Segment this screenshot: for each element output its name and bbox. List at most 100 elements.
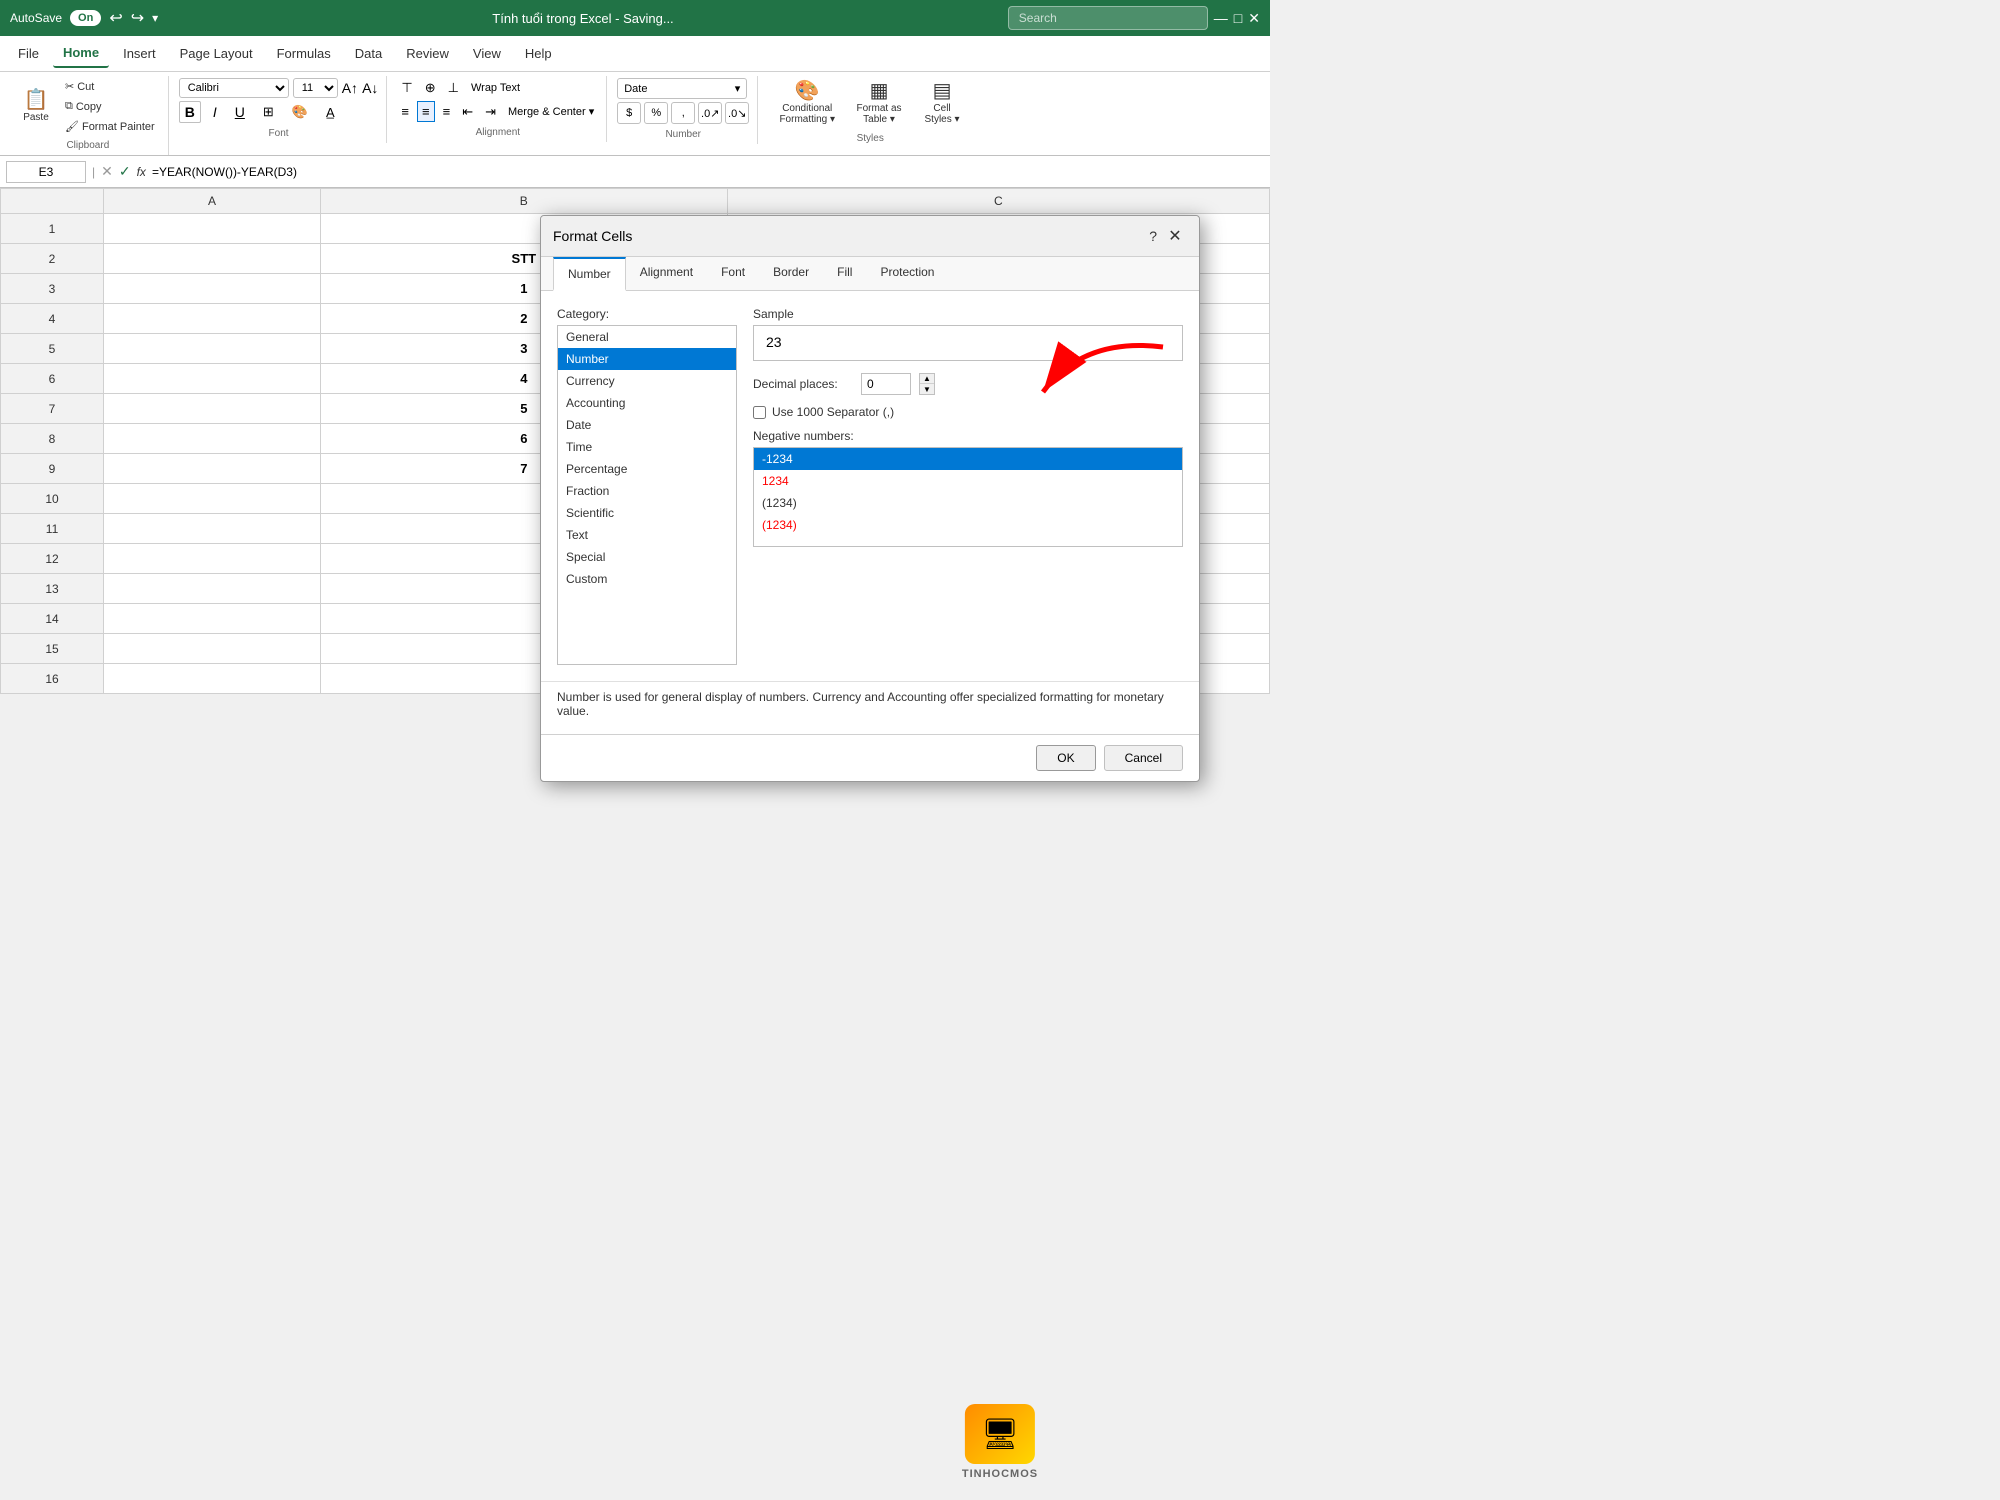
menu-item-view[interactable]: View bbox=[463, 40, 511, 67]
formula-input[interactable] bbox=[152, 165, 1264, 179]
category-time[interactable]: Time bbox=[558, 436, 736, 458]
font-size-selector[interactable]: 11 bbox=[293, 78, 338, 98]
fill-color-button[interactable]: 🎨 bbox=[286, 101, 314, 123]
align-right-icon[interactable]: ≡ bbox=[439, 102, 455, 121]
format-as-table-button[interactable]: ▦ Format asTable ▾ bbox=[849, 78, 909, 128]
search-input[interactable] bbox=[1008, 6, 1208, 30]
cell-a6[interactable] bbox=[104, 364, 321, 394]
menu-item-pagelayout[interactable]: Page Layout bbox=[170, 40, 263, 67]
align-middle-icon[interactable]: ⊕ bbox=[421, 78, 440, 98]
cut-button[interactable]: ✂ Cut bbox=[60, 78, 160, 95]
align-left-icon[interactable]: ≡ bbox=[397, 102, 413, 121]
decrease-font-icon[interactable]: A↓ bbox=[362, 80, 378, 96]
cell-a1[interactable] bbox=[104, 214, 321, 244]
customize-icon[interactable]: ▾ bbox=[152, 11, 158, 25]
category-list[interactable]: General Number Currency Accounting Date … bbox=[557, 325, 737, 665]
minimize-icon[interactable]: — bbox=[1214, 10, 1228, 26]
autosave-badge[interactable]: On bbox=[70, 10, 101, 26]
font-color-button[interactable]: A̲ bbox=[320, 102, 341, 123]
align-bottom-icon[interactable]: ⊥ bbox=[444, 78, 463, 98]
maximize-icon[interactable]: □ bbox=[1234, 10, 1242, 26]
negative-item-3[interactable]: (1234) bbox=[754, 514, 1182, 536]
close-icon[interactable]: ✕ bbox=[1248, 10, 1260, 27]
align-top-icon[interactable]: ⊤ bbox=[397, 78, 416, 98]
category-percentage[interactable]: Percentage bbox=[558, 458, 736, 480]
negative-numbers-list[interactable]: -1234 1234 (1234) (1234) bbox=[753, 447, 1183, 547]
spinner-up-icon[interactable]: ▲ bbox=[920, 374, 934, 384]
category-general[interactable]: General bbox=[558, 326, 736, 348]
indent-increase-icon[interactable]: ⇥ bbox=[481, 102, 500, 122]
tab-number[interactable]: Number bbox=[553, 257, 626, 291]
cell-a14[interactable] bbox=[104, 604, 321, 634]
cell-a9[interactable] bbox=[104, 454, 321, 484]
menu-item-formulas[interactable]: Formulas bbox=[267, 40, 341, 67]
confirm-formula-icon[interactable]: ✓ bbox=[119, 163, 131, 180]
negative-item-2[interactable]: (1234) bbox=[754, 492, 1182, 514]
category-special[interactable]: Special bbox=[558, 546, 736, 568]
dialog-help-icon[interactable]: ? bbox=[1149, 228, 1157, 244]
copy-button[interactable]: ⧉ Copy bbox=[60, 98, 160, 115]
cancel-button[interactable]: Cancel bbox=[1104, 745, 1183, 771]
indent-decrease-icon[interactable]: ⇤ bbox=[458, 102, 477, 122]
paste-button[interactable]: 📋 Paste bbox=[16, 87, 56, 126]
cancel-formula-icon[interactable]: ✕ bbox=[101, 163, 113, 180]
cell-a5[interactable] bbox=[104, 334, 321, 364]
menu-item-help[interactable]: Help bbox=[515, 40, 562, 67]
bold-button[interactable]: B bbox=[179, 101, 201, 123]
tab-font[interactable]: Font bbox=[707, 257, 759, 291]
cell-a2[interactable] bbox=[104, 244, 321, 274]
category-date[interactable]: Date bbox=[558, 414, 736, 436]
cell-a15[interactable] bbox=[104, 634, 321, 664]
menu-item-data[interactable]: Data bbox=[345, 40, 392, 67]
tab-fill[interactable]: Fill bbox=[823, 257, 866, 291]
menu-item-file[interactable]: File bbox=[8, 40, 49, 67]
menu-item-insert[interactable]: Insert bbox=[113, 40, 166, 67]
insert-function-icon[interactable]: fx bbox=[137, 165, 146, 179]
conditional-formatting-button[interactable]: 🎨 ConditionalFormatting ▾ bbox=[773, 78, 841, 128]
separator-checkbox[interactable] bbox=[753, 406, 766, 419]
increase-font-icon[interactable]: A↑ bbox=[342, 80, 358, 96]
tab-alignment[interactable]: Alignment bbox=[626, 257, 707, 291]
cell-a7[interactable] bbox=[104, 394, 321, 424]
cell-a8[interactable] bbox=[104, 424, 321, 454]
format-painter-button[interactable]: 🖌 Format Painter bbox=[60, 118, 160, 135]
ok-button[interactable]: OK bbox=[1036, 745, 1095, 771]
percent-button[interactable]: % bbox=[644, 102, 668, 124]
category-custom[interactable]: Custom bbox=[558, 568, 736, 590]
decimal-decrease-button[interactable]: .0↘ bbox=[725, 102, 749, 124]
underline-button[interactable]: U bbox=[229, 101, 251, 123]
decimal-places-input[interactable] bbox=[861, 373, 911, 395]
font-name-selector[interactable]: Calibri bbox=[179, 78, 289, 98]
menu-item-home[interactable]: Home bbox=[53, 39, 109, 68]
tab-border[interactable]: Border bbox=[759, 257, 823, 291]
cell-a4[interactable] bbox=[104, 304, 321, 334]
cell-reference-input[interactable] bbox=[6, 161, 86, 183]
category-scientific[interactable]: Scientific bbox=[558, 502, 736, 524]
cell-a16[interactable] bbox=[104, 664, 321, 694]
negative-item-1[interactable]: 1234 bbox=[754, 470, 1182, 492]
cell-a11[interactable] bbox=[104, 514, 321, 544]
spinner-down-icon[interactable]: ▼ bbox=[920, 384, 934, 394]
wrap-text-button[interactable]: Wrap Text bbox=[467, 80, 524, 96]
category-accounting[interactable]: Accounting bbox=[558, 392, 736, 414]
decimal-increase-button[interactable]: .0↗ bbox=[698, 102, 722, 124]
cell-a10[interactable] bbox=[104, 484, 321, 514]
align-center-icon[interactable]: ≡ bbox=[417, 101, 435, 122]
category-currency[interactable]: Currency bbox=[558, 370, 736, 392]
merge-center-button[interactable]: Merge & Center ▾ bbox=[504, 103, 598, 120]
dialog-close-button[interactable]: ✕ bbox=[1163, 224, 1187, 248]
category-fraction[interactable]: Fraction bbox=[558, 480, 736, 502]
cell-a12[interactable] bbox=[104, 544, 321, 574]
cell-styles-button[interactable]: ▤ CellStyles ▾ bbox=[917, 78, 967, 128]
redo-icon[interactable]: ↪ bbox=[131, 8, 144, 28]
borders-button[interactable]: ⊞ bbox=[257, 101, 280, 123]
tab-protection[interactable]: Protection bbox=[866, 257, 948, 291]
comma-button[interactable]: , bbox=[671, 102, 695, 124]
undo-icon[interactable]: ↩ bbox=[109, 8, 122, 28]
category-number[interactable]: Number bbox=[558, 348, 736, 370]
decimal-spinner[interactable]: ▲ ▼ bbox=[919, 373, 935, 395]
cell-a13[interactable] bbox=[104, 574, 321, 604]
category-text[interactable]: Text bbox=[558, 524, 736, 546]
menu-item-review[interactable]: Review bbox=[396, 40, 459, 67]
currency-button[interactable]: $ bbox=[617, 102, 641, 124]
